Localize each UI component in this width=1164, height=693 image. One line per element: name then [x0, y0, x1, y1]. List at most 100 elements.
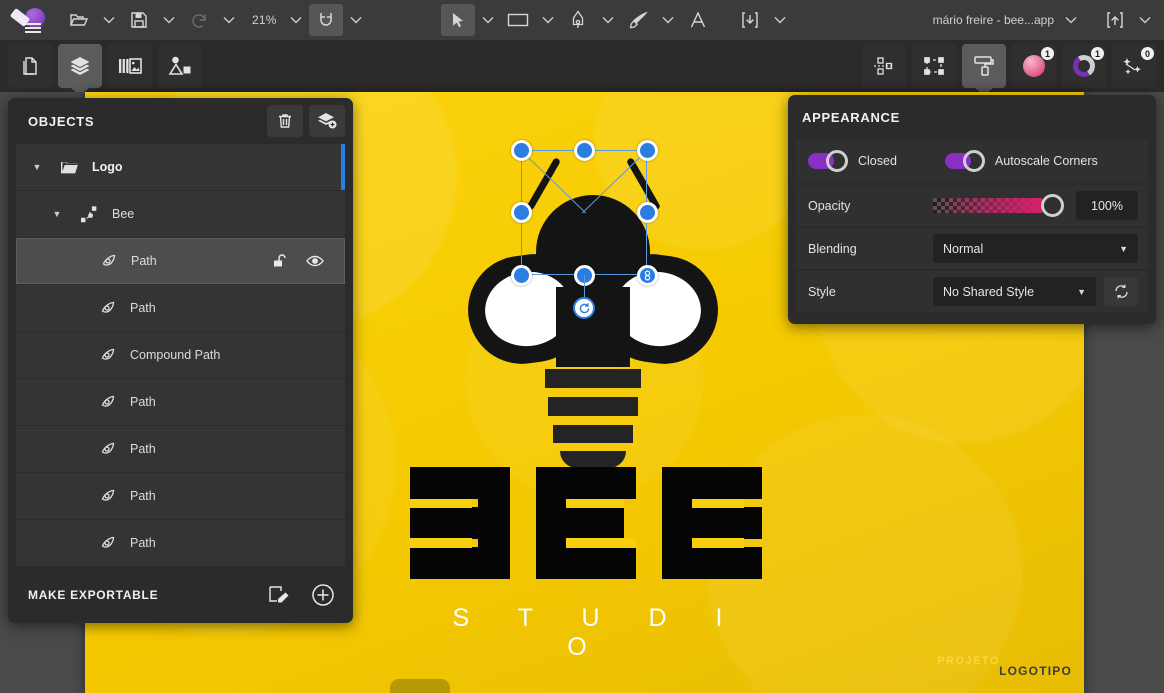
- app-window: 21%: [0, 0, 1164, 693]
- layer-label-path-3: Path: [130, 395, 156, 409]
- chevron-down-icon: [223, 16, 235, 24]
- add-export-button[interactable]: [305, 579, 341, 611]
- tab-effects[interactable]: 0: [1112, 44, 1156, 88]
- layer-row-bee[interactable]: ▼ Bee: [16, 191, 345, 237]
- layer-row-path-2[interactable]: Path: [16, 285, 345, 331]
- zoom-dropdown[interactable]: [283, 4, 309, 36]
- export-tool-button[interactable]: [733, 4, 767, 36]
- brush-tool-dropdown[interactable]: [655, 4, 681, 36]
- style-label: Style: [808, 285, 933, 299]
- closed-toggle[interactable]: [808, 150, 848, 172]
- eye-icon[interactable]: [306, 254, 324, 268]
- tab-layers[interactable]: [58, 44, 102, 88]
- chevron-down-icon: [774, 16, 786, 24]
- paintbrush-icon: [627, 11, 649, 29]
- layer-row-path-3[interactable]: Path: [16, 379, 345, 425]
- closed-toggle-group[interactable]: Closed: [808, 150, 897, 172]
- paint-roller-icon: [973, 54, 995, 78]
- opacity-row: Opacity 100%: [796, 185, 1148, 226]
- delete-layer-button[interactable]: [267, 105, 303, 137]
- appearance-panel: APPEARANCE Closed Autoscale Corners: [788, 95, 1156, 324]
- chevron-down-icon: [103, 16, 115, 24]
- blending-label: Blending: [808, 242, 933, 256]
- brush-tool-button[interactable]: [621, 4, 655, 36]
- tab-stroke[interactable]: 1: [1062, 44, 1106, 88]
- tab-appearance[interactable]: [962, 44, 1006, 88]
- open-file-dropdown[interactable]: [96, 4, 122, 36]
- rectangle-tool-dropdown[interactable]: [535, 4, 561, 36]
- undo-dropdown[interactable]: [216, 4, 242, 36]
- style-refresh-button[interactable]: [1104, 277, 1138, 306]
- opacity-slider[interactable]: [933, 198, 1064, 213]
- open-file-button[interactable]: [62, 4, 96, 36]
- pen-tool-dropdown[interactable]: [595, 4, 621, 36]
- autoscale-corners-toggle-group[interactable]: Autoscale Corners: [945, 150, 1098, 172]
- rectangle-tool-button[interactable]: [501, 4, 535, 36]
- refresh-sync-icon: [1113, 283, 1130, 300]
- edit-slice-button[interactable]: [261, 579, 297, 611]
- style-dropdown[interactable]: No Shared Style ▼: [933, 277, 1096, 306]
- opacity-slider-fill: [933, 198, 1042, 213]
- snapping-button[interactable]: [309, 4, 343, 36]
- twisty-logo[interactable]: ▼: [28, 162, 46, 172]
- pen-nib-icon: [94, 347, 120, 364]
- text-tool-button[interactable]: [681, 4, 715, 36]
- layer-row-compound-path[interactable]: Compound Path: [16, 332, 345, 378]
- caret-down-icon: ▼: [1119, 244, 1128, 254]
- floppy-disk-icon: [130, 11, 148, 29]
- transform-align-icon: [872, 55, 896, 77]
- chevron-down-icon: ▼: [33, 162, 42, 172]
- blending-dropdown[interactable]: Normal ▼: [933, 234, 1138, 263]
- move-tool-button[interactable]: [441, 4, 475, 36]
- tab-shapes[interactable]: [158, 44, 202, 88]
- undo-button[interactable]: [182, 4, 216, 36]
- node-path-icon: [922, 55, 946, 77]
- wordmark-letter-b1: [410, 467, 510, 587]
- chevron-down-icon: [482, 16, 494, 24]
- unlock-icon[interactable]: [272, 253, 288, 269]
- folder-icon: [56, 160, 82, 175]
- export-tool-dropdown[interactable]: [767, 4, 793, 36]
- tab-node-editing[interactable]: [912, 44, 956, 88]
- stroke-badge: 1: [1090, 46, 1105, 61]
- twisty-bee[interactable]: ▼: [48, 209, 66, 219]
- snapping-dropdown[interactable]: [343, 4, 369, 36]
- zoom-level-display[interactable]: 21%: [242, 13, 283, 27]
- curve-nodes-icon: [76, 206, 102, 223]
- document-title-dropdown[interactable]: [1058, 4, 1084, 36]
- tab-transform[interactable]: [862, 44, 906, 88]
- share-button[interactable]: [1098, 4, 1132, 36]
- tab-documents[interactable]: [8, 44, 52, 88]
- make-exportable-label: MAKE EXPORTABLE: [28, 588, 158, 602]
- image-panel-icon: [118, 56, 142, 76]
- pen-nib-icon: [94, 488, 120, 505]
- autoscale-corners-toggle[interactable]: [945, 150, 985, 172]
- save-file-button[interactable]: [122, 4, 156, 36]
- tab-assets[interactable]: [108, 44, 152, 88]
- add-layer-button[interactable]: [309, 105, 345, 137]
- layer-row-path-6[interactable]: Path: [16, 520, 345, 566]
- app-menu-button[interactable]: [8, 4, 52, 36]
- save-file-dropdown[interactable]: [156, 4, 182, 36]
- layer-row-path-1[interactable]: Path: [16, 238, 345, 284]
- caret-down-icon: ▼: [1077, 287, 1086, 297]
- undo-arrow-icon: [189, 10, 209, 30]
- closed-toggle-label: Closed: [858, 154, 897, 168]
- bee-wordmark: [410, 467, 765, 587]
- tab-fill[interactable]: 1: [1012, 44, 1056, 88]
- layers-stack-icon: [68, 54, 92, 78]
- share-dropdown[interactable]: [1132, 4, 1158, 36]
- shapes-icon: [168, 55, 192, 77]
- pen-tool-button[interactable]: [561, 4, 595, 36]
- layer-row-path-5[interactable]: Path: [16, 473, 345, 519]
- magnet-icon: [316, 10, 336, 30]
- layer-row-path-4[interactable]: Path: [16, 426, 345, 472]
- move-tool-dropdown[interactable]: [475, 4, 501, 36]
- opacity-slider-knob[interactable]: [1041, 194, 1064, 217]
- opacity-value-field[interactable]: 100%: [1076, 191, 1138, 220]
- blending-value: Normal: [943, 242, 983, 256]
- pen-nib-icon: [95, 253, 121, 270]
- layer-label-path-1: Path: [131, 254, 157, 268]
- objects-panel-title: OBJECTS: [28, 114, 94, 129]
- layer-row-logo[interactable]: ▼ Logo: [16, 144, 345, 190]
